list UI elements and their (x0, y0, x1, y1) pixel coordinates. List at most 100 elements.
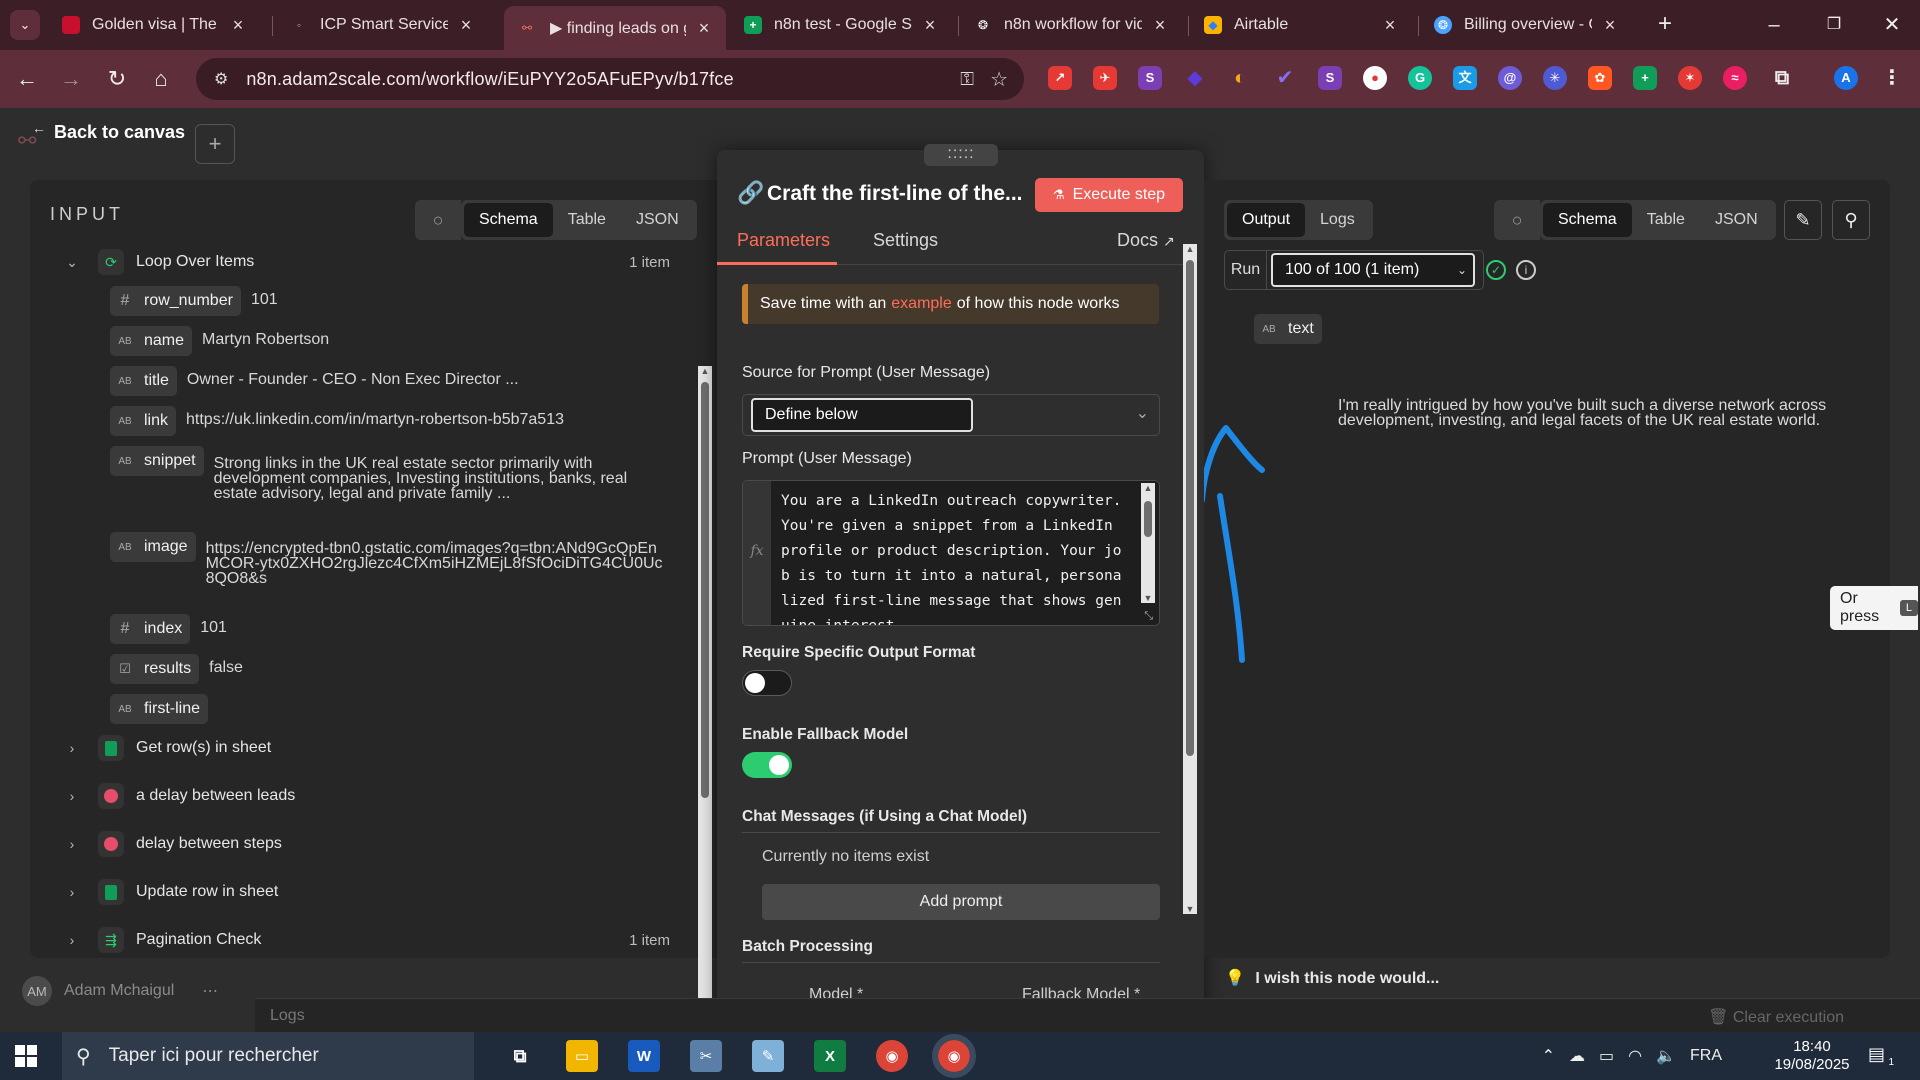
prompt-scrollbar[interactable]: ▲ ▼ (1141, 483, 1155, 603)
browser-tab-google-sheets[interactable]: + n8n test - Google She × (732, 8, 952, 42)
browser-tab-n8n-workflow[interactable]: ❂ n8n workflow for vide × (962, 8, 1182, 42)
feedback-prompt[interactable]: 💡 I wish this node would... (1225, 968, 1439, 988)
extension-rocket-icon[interactable]: ✈ (1093, 66, 1117, 90)
extensions-puzzle-icon[interactable]: ⧉ (1770, 66, 1794, 90)
add-prompt-button[interactable]: Add prompt (762, 884, 1160, 920)
file-explorer-icon[interactable]: ▭ (566, 1040, 598, 1072)
task-view-icon[interactable]: ⧉ (504, 1040, 536, 1072)
example-link[interactable]: example (891, 295, 951, 313)
restore-icon[interactable]: ❐ (1814, 10, 1854, 40)
extension-arrow-icon[interactable]: ↗ (1048, 66, 1072, 90)
schema-field-link[interactable]: AB link https://uk.linkedin.com/in/martyn… (110, 406, 564, 436)
require-format-toggle[interactable] (742, 670, 792, 696)
new-tab-button[interactable]: + (1650, 10, 1680, 40)
back-to-canvas-link[interactable]: Back to canvas (54, 122, 185, 143)
schema-field-first-line[interactable]: AB first-line (110, 694, 209, 724)
expression-fx-icon[interactable]: fx (743, 481, 771, 625)
notifications-icon[interactable]: ▤ 1 (1868, 1044, 1894, 1068)
browser-tab-airtable[interactable]: ◆ Airtable × (1192, 8, 1412, 42)
input-view-json[interactable]: JSON (621, 203, 694, 237)
extension-sheets-icon[interactable]: + (1633, 66, 1657, 90)
battery-icon[interactable]: ▭ (1599, 1046, 1614, 1066)
browser-tab-golden-visa[interactable]: Golden visa | The Offi × (50, 8, 260, 42)
scroll-down-icon[interactable]: ▼ (1183, 904, 1197, 914)
site-info-icon[interactable]: ⚙ (214, 69, 228, 89)
node-title[interactable]: Craft the first-line of the... (767, 182, 1023, 206)
chevron-right-icon[interactable]: › (62, 932, 82, 948)
schema-field-index[interactable]: # index 101 (110, 614, 227, 644)
close-icon[interactable]: × (694, 18, 714, 39)
chevron-down-icon[interactable]: ⌄ (62, 254, 82, 271)
password-key-icon[interactable]: ⚿ (960, 69, 974, 90)
tab-settings[interactable]: Settings (873, 230, 938, 251)
clear-execution-button[interactable]: 🗑 Clear execution (1708, 1007, 1844, 1027)
scroll-thumb[interactable] (1144, 501, 1152, 537)
schema-field-name[interactable]: AB name Martyn Robertson (110, 326, 329, 356)
forward-arrow-icon[interactable]: → (56, 64, 86, 94)
schema-field-title[interactable]: AB title Owner - Founder - CEO - Non Exec… (110, 366, 519, 396)
browser-tab-billing[interactable]: ❂ Billing overview - Op × (1422, 8, 1632, 42)
menu-kebab-icon[interactable]: ⋮ (1880, 66, 1904, 90)
schema-field-row-number[interactable]: # row_number 101 (110, 286, 278, 316)
close-icon[interactable]: × (1380, 15, 1400, 36)
extension-translate-icon[interactable]: 文 (1453, 66, 1477, 90)
tab-search-button[interactable]: ⌄ (10, 10, 40, 40)
extension-check-icon[interactable]: ✔ (1273, 66, 1297, 90)
extension-sv-icon[interactable]: S (1138, 66, 1162, 90)
clock[interactable]: 18:40 19/08/2025 (1770, 1038, 1854, 1074)
extension-pink-icon[interactable]: ≈ (1723, 66, 1747, 90)
source-prompt-select[interactable]: Define below ⌄ (742, 394, 1160, 436)
more-options-icon[interactable]: ⋯ (202, 981, 218, 1001)
output-tab[interactable]: Output (1227, 203, 1306, 237)
extension-orange-icon[interactable]: ✿ (1588, 66, 1612, 90)
tree-node-delay-between-steps[interactable]: › delay between steps (30, 826, 690, 862)
volume-icon[interactable]: 🔈 (1656, 1046, 1676, 1066)
chevron-right-icon[interactable]: › (62, 884, 82, 900)
output-field-text[interactable]: AB text (1254, 314, 1322, 344)
back-arrow-icon[interactable]: ← (32, 120, 46, 136)
close-icon[interactable]: × (456, 15, 476, 36)
browser-tab-n8n-active[interactable]: ⚯ ▶ finding leads on go × (504, 6, 726, 50)
scroll-up-icon[interactable]: ▲ (698, 366, 712, 376)
language-indicator[interactable]: FRA (1690, 1047, 1722, 1065)
home-icon[interactable]: ⌂ (146, 64, 176, 94)
input-scrollbar[interactable]: ▲ ▼ (698, 366, 712, 1032)
tree-node-get-rows[interactable]: › Get row(s) in sheet (30, 730, 690, 766)
resize-handle-icon[interactable]: ⤡ (1144, 610, 1153, 623)
extension-s-icon[interactable]: S (1318, 66, 1342, 90)
schema-field-snippet[interactable]: AB snippet Strong links in the UK real es… (110, 446, 654, 502)
notepad-icon[interactable]: ✎ (752, 1040, 784, 1072)
excel-icon[interactable]: X (814, 1040, 846, 1072)
close-icon[interactable]: × (1600, 15, 1620, 36)
close-icon[interactable]: × (920, 15, 940, 36)
output-search-button[interactable]: ○ (1494, 200, 1540, 240)
execute-step-button[interactable]: ⚗ Execute step (1035, 178, 1183, 212)
input-search-button[interactable]: ○ (415, 200, 461, 240)
scroll-thumb[interactable] (701, 382, 709, 798)
logs-bar[interactable]: Logs 🗑 Clear execution (255, 998, 1920, 1032)
close-icon[interactable]: × (228, 15, 248, 36)
run-select[interactable]: 100 of 100 (1 item) ⌄ (1271, 253, 1475, 287)
browser-tab-icp[interactable]: ◦ ICP Smart Services × (278, 8, 488, 42)
extension-star-icon[interactable]: ✳ (1543, 66, 1567, 90)
windows-start-icon[interactable] (14, 1044, 38, 1068)
output-view-table[interactable]: Table (1632, 203, 1700, 237)
snipping-tool-icon[interactable]: ✂ (690, 1040, 722, 1072)
edit-output-button[interactable]: ✎ (1784, 200, 1822, 240)
chevron-up-icon[interactable]: ⌃ (1542, 1046, 1555, 1066)
tree-node-delay-between-leads[interactable]: › a delay between leads (30, 778, 690, 814)
back-arrow-icon[interactable]: ← (12, 64, 42, 94)
weather-icon[interactable]: ☁ (1569, 1046, 1585, 1066)
bookmark-star-icon[interactable]: ☆ (990, 67, 1008, 92)
close-window-icon[interactable]: ✕ (1872, 10, 1912, 40)
logs-tab[interactable]: Logs (1305, 203, 1370, 237)
drag-handle[interactable]: ::::: (924, 144, 998, 166)
add-node-button[interactable]: + (195, 124, 235, 164)
minimize-icon[interactable]: – (1754, 10, 1794, 40)
schema-field-image[interactable]: AB image https://encrypted-tbn0.gstatic.c… (110, 532, 666, 587)
chrome-profile-icon[interactable]: ◉ (932, 1034, 976, 1078)
tab-parameters[interactable]: Parameters (737, 230, 830, 251)
tree-node-pagination-check[interactable]: › ⇶ Pagination Check 1 item (30, 922, 690, 958)
back-to-canvas-bar[interactable]: ⚯ ← Back to canvas (16, 120, 185, 153)
word-icon[interactable]: W (628, 1040, 660, 1072)
